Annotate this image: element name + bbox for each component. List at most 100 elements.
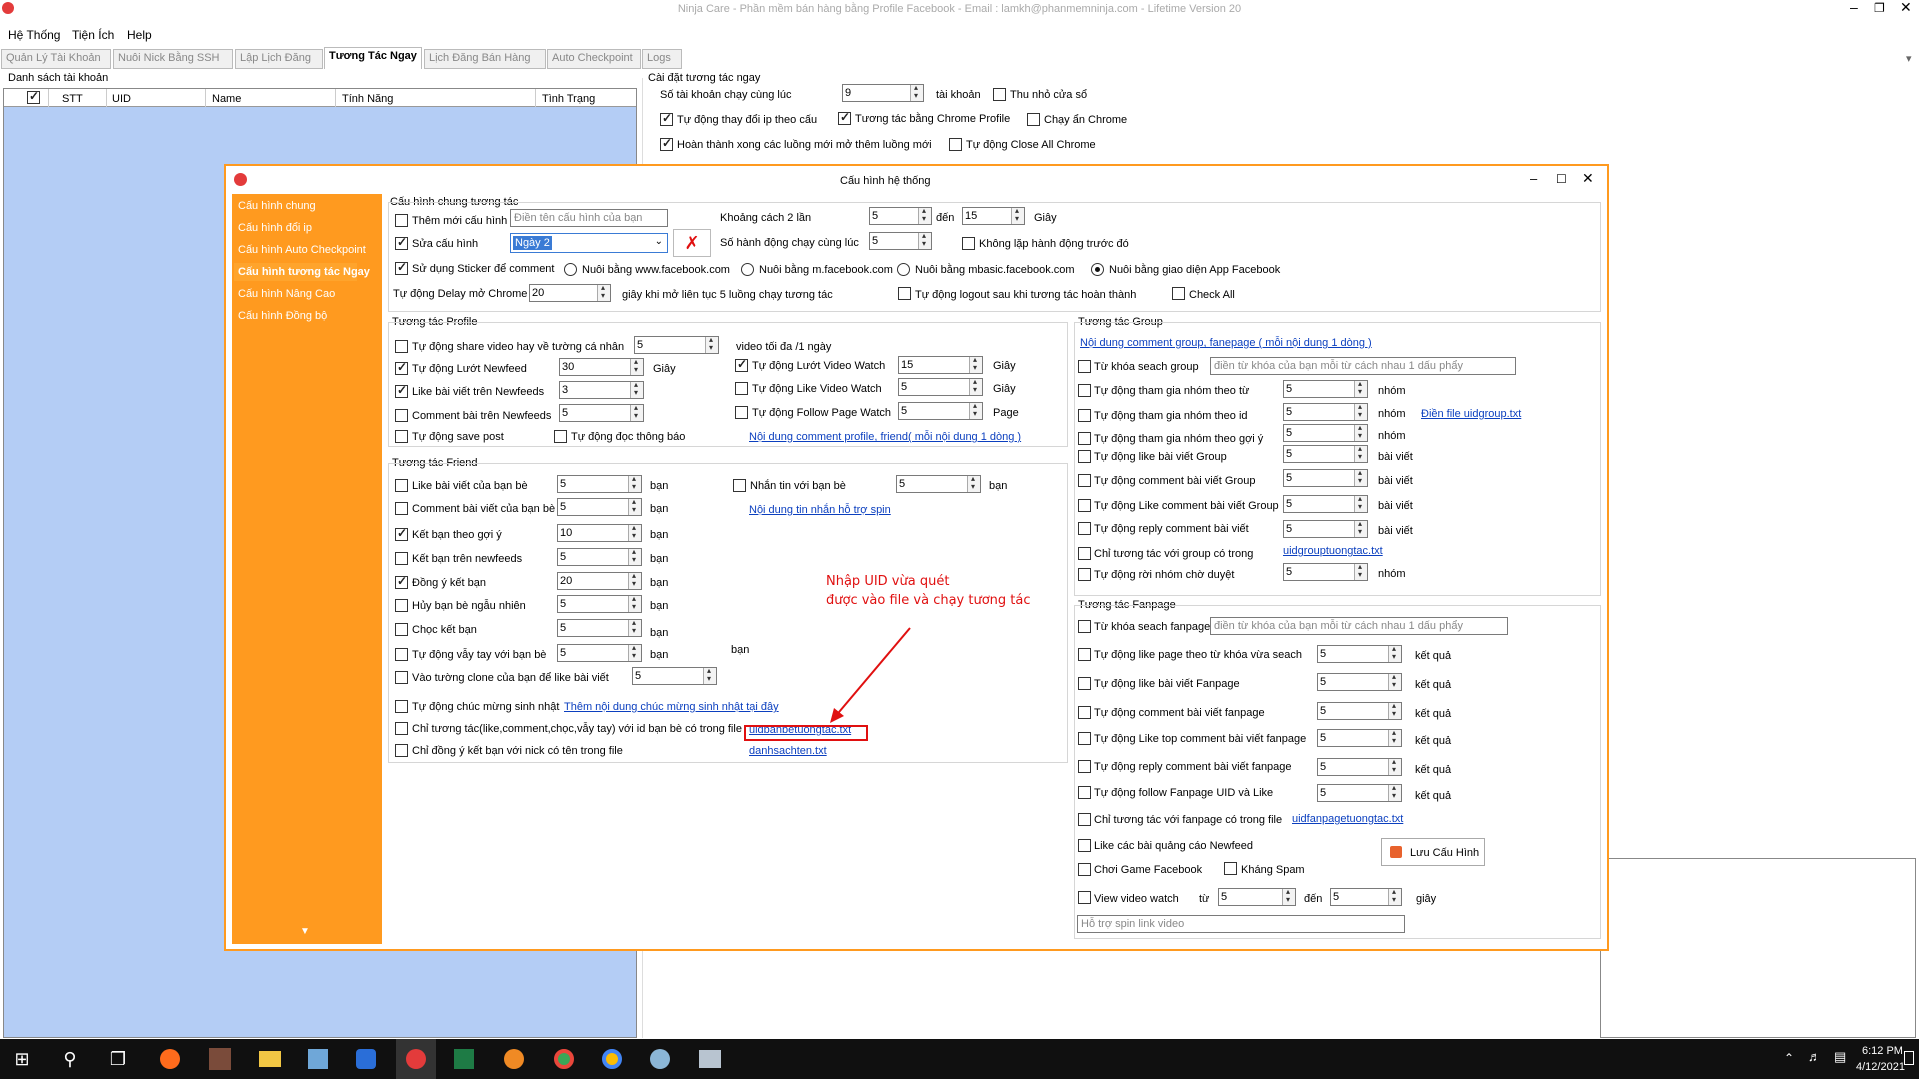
fanpage-like-top-comment-checkbox[interactable] — [1078, 732, 1091, 745]
fill-uid-group-link[interactable]: Điền file uidgroup.txt — [1421, 407, 1521, 421]
delay-input[interactable]: 20 — [529, 283, 611, 302]
notepad-icon[interactable] — [298, 1039, 338, 1079]
tray-chevron-icon[interactable]: ⌃ — [1784, 1051, 1794, 1065]
ninja-care-icon[interactable] — [396, 1039, 436, 1079]
join-by-keyword-input[interactable]: 5 — [1283, 379, 1368, 398]
comment-newsfeed-checkbox[interactable] — [395, 409, 408, 422]
fanpage-comment-post-checkbox[interactable] — [1078, 706, 1091, 719]
chrome-icon[interactable] — [544, 1039, 584, 1079]
group-like-post-checkbox[interactable] — [1078, 450, 1091, 463]
notification-icon[interactable] — [1904, 1051, 1914, 1065]
like-by-keyword-input[interactable]: 5 — [1317, 644, 1402, 663]
auto-change-ip-checkbox[interactable] — [660, 111, 673, 126]
follow-uid-input[interactable]: 5 — [1317, 783, 1402, 802]
save-config-button[interactable]: Lưu Cấu Hình — [1381, 838, 1485, 866]
comment-friend-checkbox[interactable] — [395, 502, 408, 515]
add-config-checkbox[interactable] — [395, 214, 408, 227]
clock-time[interactable]: 6:12 PM — [1862, 1044, 1903, 1058]
app-icon-1[interactable] — [200, 1039, 240, 1079]
auto-close-chrome-checkbox[interactable] — [949, 138, 962, 151]
join-by-id-input[interactable]: 5 — [1283, 402, 1368, 421]
check-all-checkbox[interactable] — [1172, 287, 1185, 300]
only-accept-list-checkbox[interactable] — [395, 744, 408, 757]
edit-config-checkbox[interactable] — [395, 235, 408, 250]
finish-new-thread-checkbox[interactable] — [660, 136, 673, 151]
radio-mbasic[interactable] — [897, 263, 910, 276]
clone-wall-checkbox[interactable] — [395, 671, 408, 684]
app-icon-5[interactable] — [690, 1039, 730, 1079]
fanpage-comment-post-input[interactable]: 5 — [1317, 701, 1402, 720]
view-to-input[interactable]: 5 — [1330, 887, 1402, 906]
select-all-checkbox[interactable] — [27, 89, 40, 104]
chrome-icon-2[interactable] — [592, 1039, 632, 1079]
menu-he-thong[interactable]: Hệ Thống — [8, 28, 60, 42]
scroll-newsfeed-input[interactable]: 30 — [559, 357, 644, 376]
file-explorer-icon[interactable] — [250, 1039, 290, 1079]
add-suggested-input[interactable]: 10 — [557, 523, 642, 542]
sidebar-item-auto-checkpoint[interactable]: Cấu hình Auto Checkpoint — [234, 241, 366, 259]
sidebar-item-advanced[interactable]: Cấu hình Nâng Cao — [234, 285, 357, 303]
app-icon-2[interactable] — [346, 1039, 386, 1079]
hide-chrome-checkbox[interactable] — [1027, 113, 1040, 126]
excel-icon[interactable] — [444, 1039, 484, 1079]
group-reply-comment-checkbox[interactable] — [1078, 522, 1091, 535]
no-repeat-checkbox[interactable] — [962, 237, 975, 250]
only-fanpage-file-checkbox[interactable] — [1078, 813, 1091, 826]
view-from-input[interactable]: 5 — [1218, 887, 1296, 906]
gap-to-input[interactable]: 15 — [962, 206, 1025, 225]
read-notifications-checkbox[interactable] — [554, 430, 567, 443]
anti-spam-checkbox[interactable] — [1224, 862, 1237, 875]
fanpage-reply-comment-input[interactable]: 5 — [1317, 757, 1402, 776]
menu-tien-ich[interactable]: Tiện Ích — [72, 28, 114, 42]
group-like-comment-input[interactable]: 5 — [1283, 494, 1368, 513]
fanpage-like-top-comment-input[interactable]: 5 — [1317, 728, 1402, 747]
tab-tuong-tac-ngay[interactable]: Tương Tác Ngay — [324, 47, 422, 69]
config-select[interactable]: Ngày 2 ⌄ — [510, 233, 668, 253]
chevron-down-icon[interactable]: ▾ — [1906, 52, 1912, 66]
firefox-icon[interactable] — [150, 1039, 190, 1079]
join-by-suggestion-input[interactable]: 5 — [1283, 423, 1368, 442]
fanpage-keyword-input[interactable]: điền từ khóa của bạn mỗi từ cách nhau 1 … — [1210, 617, 1508, 635]
play-game-checkbox[interactable] — [1078, 863, 1091, 876]
profile-comment-content-link[interactable]: Nội dung comment profile, friend( mỗi nộ… — [749, 430, 1021, 444]
col-tinh-trang[interactable]: Tình Trạng — [542, 92, 595, 106]
group-comment-content-link[interactable]: Nội dung comment group, fanepage ( mỗi n… — [1080, 336, 1372, 350]
app-icon-3[interactable] — [494, 1039, 534, 1079]
accounts-concurrent-input[interactable]: 9 — [842, 83, 924, 102]
network-icon[interactable]: ▤ — [1834, 1049, 1846, 1065]
group-file-link[interactable]: uidgrouptuongtac.txt — [1283, 544, 1383, 558]
like-newsfeed-input[interactable]: 3 — [559, 380, 644, 399]
restore-icon[interactable]: ❐ — [1874, 1, 1885, 15]
like-newsfeed-checkbox[interactable] — [395, 383, 408, 398]
group-keyword-checkbox[interactable] — [1078, 360, 1091, 373]
group-comment-post-input[interactable]: 5 — [1283, 468, 1368, 487]
like-friend-input[interactable]: 5 — [557, 474, 642, 493]
search-icon[interactable]: ⚲ — [50, 1039, 90, 1079]
scroll-newsfeed-checkbox[interactable] — [395, 360, 408, 375]
col-name[interactable]: Name — [212, 92, 241, 106]
like-ads-checkbox[interactable] — [1078, 839, 1091, 852]
group-reply-comment-input[interactable]: 5 — [1283, 519, 1368, 538]
radio-app[interactable] — [1091, 263, 1104, 276]
wave-checkbox[interactable] — [395, 648, 408, 661]
follow-page-checkbox[interactable] — [735, 406, 748, 419]
close-icon[interactable]: ✕ — [1900, 0, 1912, 14]
share-video-input[interactable]: 5 — [634, 335, 719, 354]
follow-page-input[interactable]: 5 — [898, 401, 983, 420]
comment-newsfeed-input[interactable]: 5 — [559, 403, 644, 422]
minimize-icon[interactable]: – — [1850, 0, 1858, 14]
use-sticker-checkbox[interactable] — [395, 260, 408, 275]
volume-icon[interactable]: ♬ — [1808, 1049, 1821, 1064]
unfriend-input[interactable]: 5 — [557, 594, 642, 613]
fanpage-keyword-checkbox[interactable] — [1078, 620, 1091, 633]
leave-pending-input[interactable]: 5 — [1283, 562, 1368, 581]
scroll-video-checkbox[interactable] — [735, 357, 748, 372]
config-name-input[interactable]: Điền tên cấu hình của bạn — [510, 209, 668, 227]
tab-quan-ly-tai-khoan[interactable]: Quản Lý Tài Khoản — [1, 49, 111, 69]
accept-list-link[interactable]: danhsachten.txt — [749, 744, 827, 758]
tab-logs[interactable]: Logs — [642, 49, 682, 69]
message-friend-checkbox[interactable] — [733, 479, 746, 492]
birthday-content-link[interactable]: Thêm nội dung chúc mừng sinh nhật tại đâ… — [564, 700, 779, 714]
dialog-minimize-icon[interactable]: – — [1530, 172, 1537, 186]
spin-link-input[interactable]: Hỗ trợ spin link video — [1077, 915, 1405, 933]
